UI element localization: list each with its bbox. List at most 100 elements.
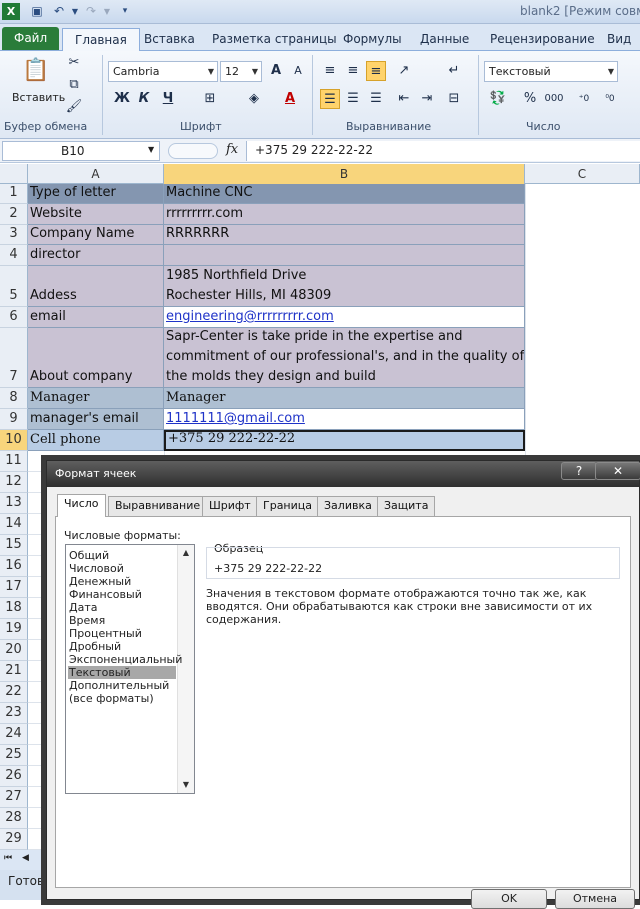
- row-header[interactable]: 13: [0, 493, 28, 514]
- row-header[interactable]: 3: [0, 225, 28, 245]
- chevron-down-icon[interactable]: ▼: [148, 145, 154, 154]
- format-list-item[interactable]: Финансовый: [68, 588, 176, 601]
- row-header[interactable]: 11: [0, 451, 28, 472]
- tab-alignment[interactable]: Выравнивание: [108, 496, 208, 516]
- currency-format-icon[interactable]: 💱: [488, 89, 508, 109]
- row-header[interactable]: 4: [0, 245, 28, 266]
- list-scrollbar[interactable]: ▲ ▼: [177, 545, 194, 793]
- cell-a[interactable]: manager's email: [28, 409, 164, 430]
- thousands-separator-icon[interactable]: 000: [544, 89, 564, 109]
- cell-a[interactable]: About company: [28, 328, 164, 388]
- cancel-button[interactable]: Отмена: [555, 889, 635, 909]
- format-list-item[interactable]: Дата: [68, 601, 176, 614]
- cell-b[interactable]: RRRRRRR: [164, 225, 525, 245]
- row-header[interactable]: 9: [0, 409, 28, 430]
- cell-b[interactable]: Manager: [164, 388, 525, 409]
- row-header[interactable]: 12: [0, 472, 28, 493]
- dialog-title-bar[interactable]: Формат ячеек ? ✕: [47, 461, 640, 487]
- row-header[interactable]: 17: [0, 577, 28, 598]
- format-list-item[interactable]: Дробный: [68, 640, 176, 653]
- tab-font[interactable]: Шрифт: [202, 496, 258, 516]
- decrease-indent-icon[interactable]: ⇤: [394, 89, 414, 109]
- font-size-combo[interactable]: 12 ▼: [220, 61, 262, 82]
- align-center-icon[interactable]: ☰: [343, 89, 363, 109]
- column-header-b[interactable]: B: [164, 164, 525, 184]
- row-header[interactable]: 10: [0, 430, 28, 451]
- format-list-item[interactable]: Числовой: [68, 562, 176, 575]
- row-header[interactable]: 28: [0, 808, 28, 829]
- email-link[interactable]: 1111111@gmail.com: [166, 409, 522, 429]
- row-header[interactable]: 20: [0, 640, 28, 661]
- tab-insert[interactable]: Вставка: [144, 28, 195, 51]
- tab-formulas[interactable]: Формулы: [343, 28, 402, 51]
- row-header[interactable]: 19: [0, 619, 28, 640]
- format-list-item[interactable]: Время: [68, 614, 176, 627]
- tab-page-layout[interactable]: Разметка страницы: [212, 28, 337, 51]
- number-format-combo[interactable]: Текстовый ▼: [484, 61, 618, 82]
- tab-number[interactable]: Число: [57, 494, 106, 517]
- excel-logo-icon[interactable]: X: [2, 3, 20, 20]
- redo-dropdown-icon[interactable]: ▼: [98, 3, 116, 20]
- align-middle-icon[interactable]: ≡: [343, 61, 363, 81]
- row-header[interactable]: 22: [0, 682, 28, 703]
- row-header[interactable]: 16: [0, 556, 28, 577]
- cell-a[interactable]: director: [28, 245, 164, 266]
- row-header[interactable]: 6: [0, 307, 28, 328]
- row-header[interactable]: 2: [0, 204, 28, 225]
- cell-a[interactable]: Manager: [28, 388, 164, 409]
- row-header[interactable]: 7: [0, 328, 28, 388]
- shrink-font-icon[interactable]: A: [288, 61, 308, 81]
- row-header[interactable]: 18: [0, 598, 28, 619]
- cell-a[interactable]: Addess: [28, 266, 164, 307]
- tab-protection[interactable]: Защита: [377, 496, 436, 516]
- number-format-list[interactable]: ▲ ▼ Общий Числовой Денежный Финансовый Дата В…: [65, 544, 195, 794]
- paste-button-label[interactable]: Вставить: [12, 91, 65, 104]
- scroll-down-icon[interactable]: ▼: [178, 777, 194, 793]
- align-left-icon[interactable]: ☰: [320, 89, 340, 109]
- sheet-navigation[interactable]: ⏮ ◀: [0, 850, 48, 870]
- column-header-c[interactable]: C: [525, 164, 640, 184]
- formula-bar-splitter[interactable]: [168, 143, 218, 159]
- cell-b[interactable]: rrrrrrrrr.com: [164, 204, 525, 225]
- format-painter-icon[interactable]: 🖌: [64, 97, 84, 117]
- merge-cells-icon[interactable]: ⊟: [444, 89, 464, 109]
- help-button[interactable]: ?: [561, 462, 597, 480]
- format-list-item[interactable]: Общий: [68, 549, 176, 562]
- paste-icon[interactable]: 📋: [22, 55, 50, 87]
- cell-b[interactable]: 1111111@gmail.com: [164, 409, 525, 430]
- cut-icon[interactable]: ✂: [64, 53, 84, 73]
- align-bottom-icon[interactable]: ≡: [366, 61, 386, 81]
- tab-review[interactable]: Рецензирование: [490, 28, 595, 51]
- row-header[interactable]: 29: [0, 829, 28, 850]
- row-header[interactable]: 8: [0, 388, 28, 409]
- wrap-text-icon[interactable]: ↵: [444, 61, 464, 81]
- decrease-decimal-icon[interactable]: ⁰0: [600, 89, 620, 109]
- tab-view[interactable]: Вид: [607, 28, 631, 51]
- font-name-combo[interactable]: Cambria ▼: [108, 61, 218, 82]
- fill-color-icon[interactable]: ◈: [244, 89, 264, 109]
- bold-icon[interactable]: Ж: [112, 89, 132, 109]
- percent-format-icon[interactable]: %: [520, 89, 540, 109]
- copy-icon[interactable]: ⧉: [64, 75, 84, 95]
- tab-file[interactable]: Файл: [2, 27, 60, 50]
- row-header[interactable]: 21: [0, 661, 28, 682]
- cell-a[interactable]: Type of letter: [28, 184, 164, 204]
- row-header[interactable]: 15: [0, 535, 28, 556]
- format-list-item[interactable]: (все форматы): [68, 692, 176, 705]
- column-header-a[interactable]: A: [28, 164, 164, 184]
- row-header[interactable]: 25: [0, 745, 28, 766]
- cell-b-selected[interactable]: +375 29 222-22-22: [164, 430, 525, 451]
- format-list-item[interactable]: Экспоненциальный: [68, 653, 182, 666]
- select-all-corner[interactable]: [0, 164, 28, 184]
- row-header[interactable]: 14: [0, 514, 28, 535]
- increase-indent-icon[interactable]: ⇥: [417, 89, 437, 109]
- increase-decimal-icon[interactable]: ⁺0: [574, 89, 594, 109]
- tab-border[interactable]: Граница: [256, 496, 320, 516]
- close-button[interactable]: ✕: [595, 462, 640, 480]
- formula-input[interactable]: +375 29 222-22-22: [246, 141, 640, 161]
- align-top-icon[interactable]: ≡: [320, 61, 340, 81]
- row-header[interactable]: 24: [0, 724, 28, 745]
- format-list-item[interactable]: Дополнительный: [68, 679, 176, 692]
- italic-icon[interactable]: К: [134, 89, 154, 109]
- tab-fill[interactable]: Заливка: [317, 496, 379, 516]
